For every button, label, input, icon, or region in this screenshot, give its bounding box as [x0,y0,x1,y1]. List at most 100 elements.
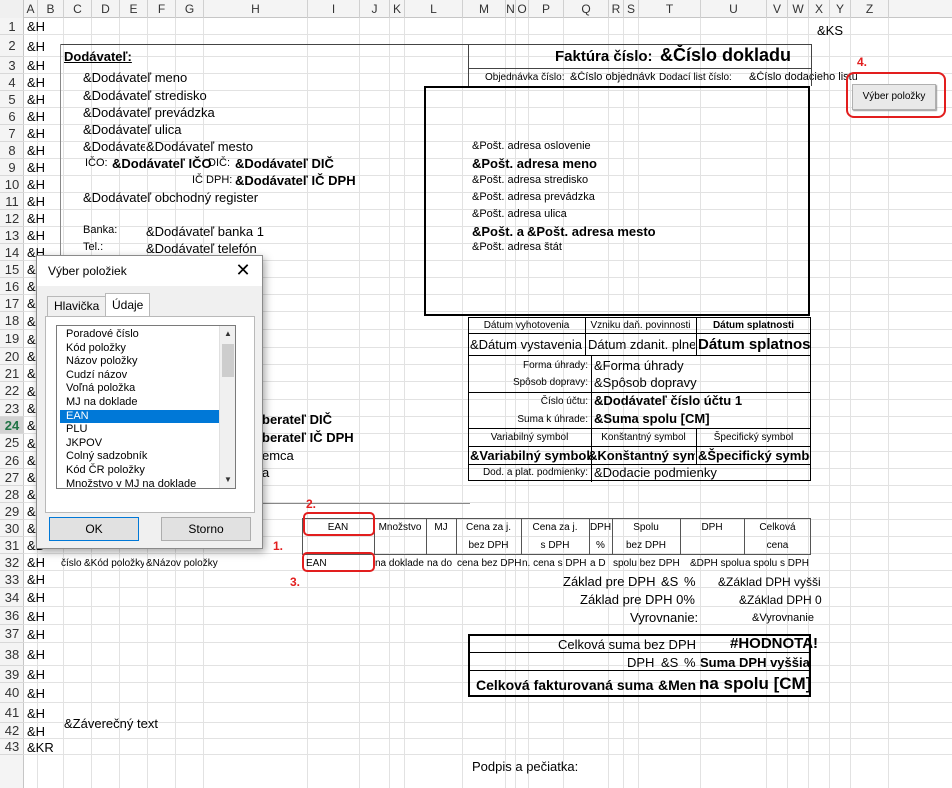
row-header[interactable]: 21 [0,365,24,382]
listbox-item[interactable]: PLU [60,423,228,436]
row-header[interactable]: 31 [0,537,24,554]
row-header[interactable]: 39 [0,666,24,683]
column-header[interactable]: R [609,0,624,18]
column-header[interactable]: D [92,0,120,18]
listbox-item[interactable]: Kód ČR položky [60,464,228,477]
row-header[interactable]: 6 [0,108,24,125]
listbox-item[interactable]: Voľná položka [60,382,228,395]
column-header[interactable]: B [38,0,64,18]
listbox-item[interactable]: Poradové číslo [60,328,228,341]
cell-a[interactable]: &H [27,160,45,175]
scroll-down-icon[interactable]: ▼ [220,472,235,488]
row-header[interactable]: 24 [0,417,24,434]
column-header[interactable]: O [516,0,529,18]
column-header[interactable]: Y [830,0,851,18]
column-header[interactable]: Z [851,0,889,18]
cell-a[interactable]: &H [27,627,45,642]
row-header[interactable]: 26 [0,452,24,469]
column-header[interactable]: V [767,0,788,18]
row-header[interactable]: 36 [0,607,24,625]
row-header[interactable]: 18 [0,312,24,330]
row-header[interactable]: 9 [0,159,24,176]
cell-a[interactable]: &H [27,126,45,141]
listbox-item[interactable]: Názov položky [60,355,228,368]
listbox-item[interactable]: Colný sadzobník [60,450,228,463]
row-header[interactable]: 42 [0,723,24,739]
row-header[interactable]: 43 [0,739,24,755]
listbox-item[interactable]: Množstvo v MJ na doklade [60,478,228,488]
column-header[interactable]: F [148,0,176,18]
row-header[interactable]: 40 [0,683,24,703]
cell-a[interactable]: &H [27,109,45,124]
row-header[interactable]: 17 [0,295,24,312]
row-header[interactable]: 2 [0,35,24,57]
cell-a[interactable]: &H [27,555,45,570]
storno-button[interactable]: Storno [161,517,251,541]
row-header[interactable]: 34 [0,588,24,607]
cell-a[interactable]: &H [27,667,45,682]
column-header[interactable]: M [463,0,506,18]
row-header[interactable]: 7 [0,125,24,142]
listbox-item[interactable]: JKPOV [60,437,228,450]
tab-hlavicka[interactable]: Hlavička [47,296,107,316]
row-header[interactable]: 13 [0,227,24,244]
column-header[interactable]: S [624,0,639,18]
column-header[interactable]: X [809,0,830,18]
row-header[interactable]: 28 [0,486,24,503]
row-header[interactable]: 11 [0,193,24,210]
cell-a[interactable]: &H [27,724,45,739]
cell-a[interactable]: &H [27,647,45,662]
row-header[interactable]: 1 [0,18,24,35]
dialog-titlebar[interactable]: Výber položiek ✕ [37,256,262,286]
listbox-item[interactable]: MJ na doklade [60,396,228,409]
select-all-corner[interactable] [0,0,24,18]
close-icon[interactable]: ✕ [232,259,254,281]
listbox-item[interactable]: EAN [60,409,228,423]
tab-udaje[interactable]: Údaje [105,293,151,317]
row-header[interactable]: 10 [0,176,24,193]
column-header[interactable]: U [701,0,767,18]
row-header[interactable]: 5 [0,91,24,108]
column-header[interactable]: Q [564,0,609,18]
column-header[interactable]: N [506,0,516,18]
row-header[interactable]: 25 [0,434,24,452]
cell-a[interactable]: &H [27,177,45,192]
column-header[interactable]: P [529,0,564,18]
cell-a[interactable]: &H [27,211,45,226]
column-header[interactable]: L [405,0,463,18]
scroll-up-icon[interactable]: ▲ [220,326,235,342]
items-listbox[interactable]: Poradové číslo Kód položky Názov položky Cu… [56,325,236,489]
cell-a[interactable]: &H [27,572,45,587]
column-header[interactable]: K [390,0,405,18]
row-header[interactable]: 29 [0,503,24,520]
column-header[interactable]: H [204,0,308,18]
cell-a[interactable]: &H [27,590,45,605]
row-header[interactable]: 32 [0,554,24,571]
cell-a[interactable]: &H [27,92,45,107]
row-header[interactable]: 30 [0,520,24,537]
column-header[interactable]: J [360,0,390,18]
row-header[interactable]: 23 [0,400,24,417]
cell-a[interactable]: &H [27,143,45,158]
scroll-thumb[interactable] [222,344,234,377]
cell-a[interactable]: &H [27,609,45,624]
cell-a[interactable]: &H [27,706,45,721]
row-header[interactable]: 12 [0,210,24,227]
row-header[interactable]: 14 [0,244,24,261]
cell-a[interactable]: &H [27,75,45,90]
row-header[interactable]: 20 [0,348,24,365]
row-header[interactable]: 33 [0,571,24,588]
row-header[interactable]: 41 [0,703,24,723]
row-header[interactable]: 19 [0,330,24,348]
row-header[interactable]: 27 [0,469,24,486]
cell-a[interactable]: &H [27,686,45,701]
column-header[interactable]: I [308,0,360,18]
column-header[interactable]: G [176,0,204,18]
listbox-item[interactable]: Kód položky [60,342,228,355]
column-header[interactable]: A [24,0,38,18]
listbox-item[interactable]: Cudzí názov [60,369,228,382]
cell-a[interactable]: &H [27,194,45,209]
column-header[interactable]: T [639,0,701,18]
row-header[interactable]: 15 [0,261,24,278]
cell-a[interactable]: &H [27,228,45,243]
